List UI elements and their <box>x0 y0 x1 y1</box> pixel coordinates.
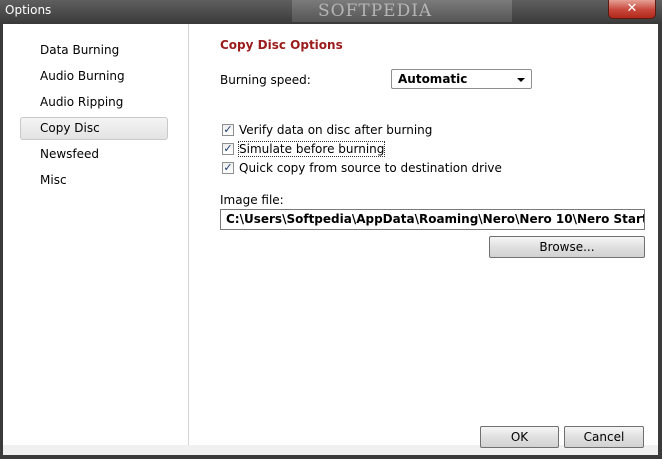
burning-speed-label: Burning speed: <box>220 73 311 87</box>
quick-copy-checkbox[interactable]: ✓ <box>222 162 234 174</box>
browse-button[interactable]: Browse... <box>489 236 645 258</box>
burning-speed-value: Automatic <box>398 72 468 86</box>
chevron-down-icon <box>517 78 525 82</box>
footer <box>3 445 658 455</box>
verify-data-checkbox-row[interactable]: ✓ Verify data on disc after burning <box>222 122 432 140</box>
sidebar-item-data-burning[interactable]: Data Burning <box>20 39 168 62</box>
verify-data-checkbox[interactable]: ✓ <box>222 124 234 136</box>
sidebar: Data Burning Audio Burning Audio Ripping… <box>3 24 189 445</box>
image-file-field[interactable]: C:\Users\Softpedia\AppData\Roaming\Nero\… <box>220 209 645 230</box>
section-title: Copy Disc Options <box>220 38 343 52</box>
quick-copy-checkbox-row[interactable]: ✓ Quick copy from source to destination … <box>222 160 502 178</box>
sidebar-item-copy-disc[interactable]: Copy Disc <box>20 117 168 140</box>
watermark: SOFTPEDIA <box>292 0 512 22</box>
sidebar-item-audio-burning[interactable]: Audio Burning <box>20 65 168 88</box>
copy-disc-panel: Copy Disc Options Burning speed: Automat… <box>189 24 658 445</box>
sidebar-item-audio-ripping[interactable]: Audio Ripping <box>20 91 168 114</box>
title-bar: Options SOFTPEDIA ✕ <box>0 0 662 22</box>
sidebar-item-misc[interactable]: Misc <box>20 169 168 192</box>
quick-copy-label: Quick copy from source to destination dr… <box>239 161 502 175</box>
sidebar-item-newsfeed[interactable]: Newsfeed <box>20 143 168 166</box>
burning-speed-select[interactable]: Automatic <box>391 69 532 89</box>
simulate-checkbox-row[interactable]: ✓ Simulate before burning <box>222 141 422 159</box>
simulate-label: Simulate before burning <box>237 141 386 157</box>
window-title: Options <box>5 3 52 17</box>
verify-data-label: Verify data on disc after burning <box>239 123 433 137</box>
simulate-checkbox[interactable]: ✓ <box>222 143 234 155</box>
close-button[interactable]: ✕ <box>608 0 656 19</box>
ok-button[interactable]: OK <box>480 426 559 448</box>
options-dialog: Data Burning Audio Burning Audio Ripping… <box>3 24 658 455</box>
cancel-button[interactable]: Cancel <box>564 426 644 448</box>
image-file-label: Image file: <box>220 193 284 207</box>
